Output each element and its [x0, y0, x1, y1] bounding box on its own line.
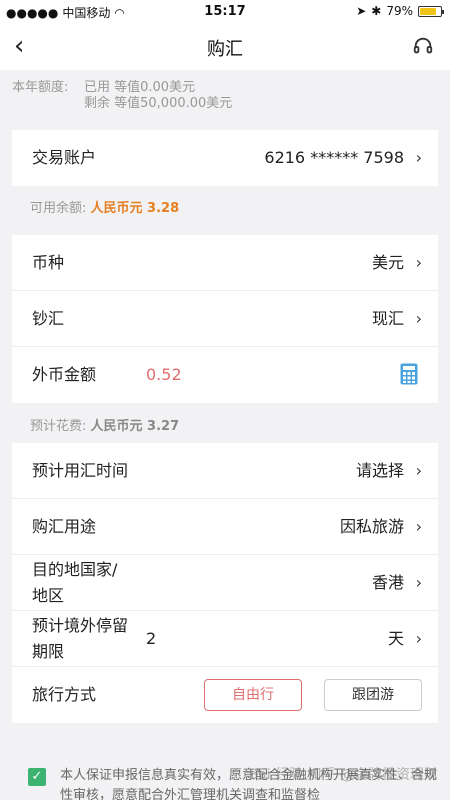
currency-card: 币种 美元 › 钞汇 现汇 › 外币金额 0.52 [12, 235, 438, 403]
chevron-right-icon: › [415, 629, 422, 648]
use-time-value: 请选择 [355, 461, 404, 480]
cash-type-value: 现汇 [371, 309, 404, 328]
balance-value: 人民币元 3.28 [90, 201, 180, 216]
amount-input[interactable]: 0.52 [146, 347, 182, 403]
available-balance: 可用余额: 人民币元 3.28 [30, 197, 179, 216]
nav-bar: ‹ 购汇 [0, 24, 450, 70]
calculator-icon[interactable] [400, 363, 418, 385]
option-group-tour[interactable]: 跟团游 [324, 679, 422, 711]
account-row[interactable]: 交易账户 6216 ****** 7598 › [12, 130, 438, 186]
page-title: 购汇 [207, 39, 243, 60]
purpose-value: 因私旅游 [339, 517, 404, 536]
battery-fill [420, 7, 436, 15]
bluetooth-icon: ✱ [371, 4, 382, 18]
battery-percent: 79% [386, 4, 413, 18]
currency-label: 币种 [32, 253, 65, 272]
account-card: 交易账户 6216 ****** 7598 › [12, 130, 438, 186]
currency-row[interactable]: 币种 美元 › [12, 235, 438, 291]
destination-label-line1: 目的地国家/ [32, 560, 118, 579]
destination-label: 目的地国家/ 地区 [32, 557, 117, 609]
travel-mode-row: 旅行方式 自由行 跟团游 [12, 667, 438, 723]
quota-remaining: 剩余 等值50,000.00美元 [84, 96, 233, 111]
destination-label-line2: 地区 [32, 586, 65, 605]
stay-label-line2: 期限 [32, 642, 65, 661]
chevron-right-icon: › [415, 517, 422, 536]
cash-type-label: 钞汇 [32, 309, 65, 328]
agreement-checkbox[interactable]: ✓ [28, 768, 46, 786]
destination-row[interactable]: 目的地国家/ 地区 香港 › [12, 555, 438, 611]
currency-value: 美元 [371, 253, 404, 272]
account-number: 6216 ****** 7598 [264, 148, 404, 167]
use-time-row[interactable]: 预计用汇时间 请选择 › [12, 443, 438, 499]
travel-mode-label: 旅行方式 [32, 685, 97, 704]
chevron-right-icon: › [415, 573, 422, 592]
option-independent-travel[interactable]: 自由行 [204, 679, 302, 711]
amount-row: 外币金额 0.52 [12, 347, 438, 403]
location-icon: ➤ [356, 4, 367, 18]
stay-number[interactable]: 2 [146, 611, 156, 667]
balance-label: 可用余额: [30, 201, 87, 216]
estimated-cost-value: 人民币元 3.27 [90, 419, 180, 434]
estimated-cost-label: 预计花费: [30, 419, 87, 434]
annual-quota: 本年额度: 已用 等值0.00美元 剩余 等值50,000.00美元 [0, 70, 450, 126]
chevron-right-icon: › [415, 253, 422, 272]
status-bar: ●●●●● 中国移动 ◠ 15:17 ➤ ✱ 79% [0, 0, 450, 24]
status-right: ➤ ✱ 79% [356, 4, 444, 18]
estimated-cost: 预计花费: 人民币元 3.27 [30, 415, 179, 434]
cash-type-row[interactable]: 钞汇 现汇 › [12, 291, 438, 347]
amount-label: 外币金额 [32, 365, 97, 384]
watermark: Bai 经验 知乎 @金牌投资理财 [248, 767, 438, 783]
stay-row[interactable]: 预计境外停留 期限 2 天 › [12, 611, 438, 667]
purpose-label: 购汇用途 [32, 517, 97, 536]
details-card: 预计用汇时间 请选择 › 购汇用途 因私旅游 › 目的地国家/ 地区 香港 › … [12, 443, 438, 723]
chevron-right-icon: › [415, 461, 422, 480]
stay-label: 预计境外停留 期限 [32, 613, 128, 665]
account-label: 交易账户 [32, 148, 97, 167]
use-time-label: 预计用汇时间 [32, 461, 129, 480]
stay-unit: 天 [387, 629, 404, 648]
stay-label-line1: 预计境外停留 [32, 616, 129, 635]
purpose-row[interactable]: 购汇用途 因私旅游 › [12, 499, 438, 555]
quota-label: 本年额度: [12, 80, 69, 95]
chevron-right-icon: › [415, 148, 422, 167]
chevron-right-icon: › [415, 309, 422, 328]
battery-icon [418, 5, 444, 17]
headset-icon[interactable] [412, 35, 434, 57]
destination-value: 香港 [371, 573, 404, 592]
